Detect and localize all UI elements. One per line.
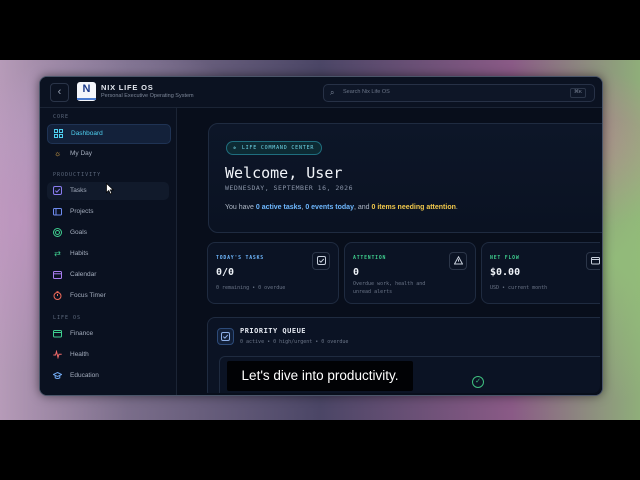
welcome-panel: ✲ LIFE COMMAND CENTER Welcome, User WEDNE… [208,123,602,233]
sidebar-item-label: Focus Timer [70,292,106,299]
letterbox-top [0,0,640,60]
sidebar-item-projects[interactable]: Projects [47,203,169,221]
check-circle-icon: ✓ [472,376,484,388]
pulse-icon [53,349,62,360]
sidebar-item-dashboard[interactable]: Dashboard [47,124,171,144]
letterbox-bottom [0,420,640,480]
calendar-icon [53,270,62,279]
summary-sep: , and [353,204,372,211]
search-placeholder: Search Nix Life OS [343,89,390,95]
chevron-left-icon: ‹ [57,86,62,98]
summary-text: You have 0 active tasks, 0 events today,… [225,204,458,211]
repeat-icon: ⇄ [54,249,61,258]
back-button[interactable]: ‹ [50,83,69,102]
sidebar-item-education[interactable]: Education [47,367,169,385]
sidebar-item-label: Goals [70,229,87,236]
sun-icon: ☼ [53,149,62,158]
search-input[interactable]: ⌕ Search Nix Life OS ⌘K [323,84,595,102]
search-icon: ⌕ [330,88,335,97]
app-window: ‹ N NIX LIFE OS Personal Executive Opera… [39,76,603,396]
app-subtitle: Personal Executive Operating System [101,93,194,99]
sidebar-section-life-os: LIFE OS [53,315,82,321]
life-command-center-badge: ✲ LIFE COMMAND CENTER [226,141,323,155]
summary-suffix: . [455,204,458,211]
badge-label: LIFE COMMAND CENTER [241,145,315,151]
sidebar-section-productivity: PRODUCTIVITY [53,172,102,178]
active-tasks-count: 0 active tasks [255,204,302,211]
sidebar-item-label: Habits [70,250,89,257]
mouse-cursor-icon [106,183,114,195]
sidebar-item-calendar[interactable]: Calendar [47,266,169,284]
sidebar-item-health[interactable]: Health [47,346,169,364]
sidebar-item-finance[interactable]: Finance [47,325,169,343]
events-count: 0 events today [305,204,354,211]
sidebar-item-label: My Day [70,150,93,157]
sparkle-icon: ✲ [233,145,237,151]
main-content: ✲ LIFE COMMAND CENTER Welcome, User WEDNE… [177,108,602,395]
title-bar: ‹ N NIX LIFE OS Personal Executive Opera… [40,77,602,108]
sidebar-item-label: Projects [70,208,94,215]
sidebar-item-label: Finance [70,330,94,337]
page-title: Welcome, User [225,164,343,182]
app-logo: N [77,82,96,101]
sidebar-item-label: Education [70,372,99,379]
search-shortcut: ⌘K [570,88,586,98]
summary-prefix: You have [225,204,256,211]
sidebar-item-label: Health [70,351,89,358]
sidebar-item-label: Calendar [70,271,97,278]
sidebar-item-focus-timer[interactable]: Focus Timer [47,287,169,305]
video-caption: Let's dive into productivity. [227,361,413,391]
logo-letter: N [82,83,91,95]
target-icon [53,228,62,237]
attention-count: 0 items needing attention [371,204,456,211]
sidebar: CORE Dashboard ☼ My Day PRODUCTIVITY Tas… [40,108,177,395]
sidebar-item-my-day[interactable]: ☼ My Day [47,145,169,163]
checkbox-icon [53,186,62,195]
sidebar-item-habits[interactable]: ⇄ Habits [47,245,169,263]
sidebar-item-label: Dashboard [71,130,103,137]
current-date: WEDNESDAY, SEPTEMBER 16, 2026 [225,184,353,192]
grid-icon [54,129,63,138]
wallet-icon [53,329,62,338]
folder-icon [53,207,62,216]
app-name: NIX LIFE OS [101,83,154,92]
sidebar-section-core: CORE [53,114,70,120]
timer-icon [53,291,62,300]
sidebar-item-goals[interactable]: Goals [47,224,169,242]
graduation-cap-icon [52,371,63,380]
sidebar-item-label: Tasks [70,187,87,194]
